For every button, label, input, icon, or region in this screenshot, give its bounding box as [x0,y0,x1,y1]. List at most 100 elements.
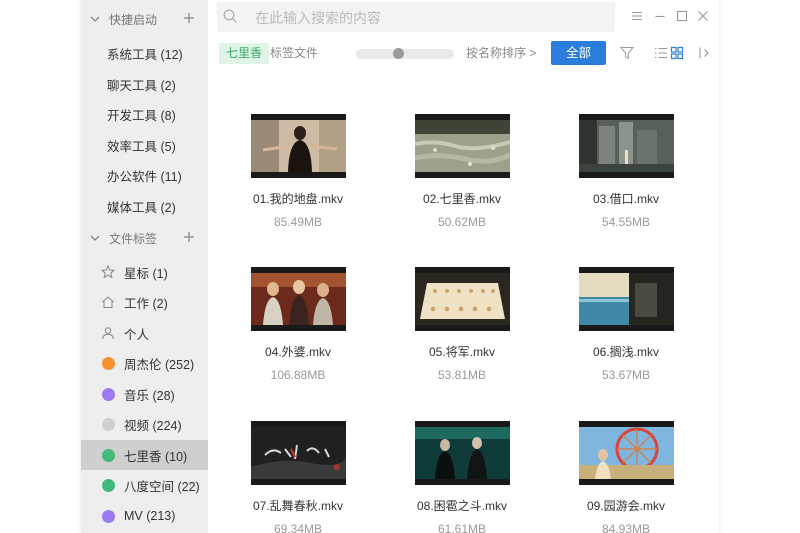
video-frame [251,120,346,172]
file-name: 03.借口.mkv [592,192,659,206]
file-card[interactable]: 04.外婆.mkv 106.88MB [233,233,363,382]
sidebar-item-chat-tools[interactable]: 聊天工具 (2) [81,69,208,99]
file-card[interactable]: 08.困雹之斗.mkv 61.61MB [397,387,527,533]
search-box[interactable] [217,2,615,32]
close-icon[interactable] [697,10,709,22]
menu-icon[interactable] [631,10,643,22]
file-size: 106.88MB [270,368,326,382]
sidebar-item-label: 周杰伦 (252) [124,357,195,372]
file-size: 61.61MB [437,522,487,533]
file-card[interactable]: 02.七里香.mkv 50.62MB [397,80,527,229]
sidebar-item-system-tools[interactable]: 系统工具 (12) [81,38,208,68]
tag-color-dot [102,510,115,523]
sidebar-tag-qilixiang[interactable]: 七里香 (10) [81,440,208,470]
sidebar-item-label: 星标 (1) [124,266,168,281]
sidebar-item-dev-tools[interactable]: 开发工具 (8) [81,99,208,129]
zoom-slider-thumb[interactable] [393,48,405,59]
video-thumbnail[interactable] [579,267,674,331]
all-filter-button[interactable]: 全部 [551,41,606,65]
star-icon [101,265,115,279]
collapse-panel-icon[interactable] [698,46,712,60]
sidebar: 快捷启动 系统工具 (12) 聊天工具 (2) 开发工具 (8) 效率工具 (5… [81,0,208,533]
app-window: 快捷启动 系统工具 (12) 聊天工具 (2) 开发工具 (8) 效率工具 (5… [81,0,719,533]
tag-color-dot [102,479,115,492]
file-card[interactable]: 01.我的地盘.mkv 85.49MB [233,80,363,229]
file-name: 06.搁浅.mkv [592,345,659,359]
quick-launch-title: 快捷启动 [109,12,158,27]
sidebar-tag-star[interactable]: 星标 (1) [81,257,208,287]
file-size: 84.93MB [601,522,651,533]
quick-launch-header[interactable]: 快捷启动 [81,5,208,33]
sidebar-item-label: 开发工具 (8) [107,108,176,123]
sidebar-item-label: 七里香 (10) [124,449,188,464]
zoom-slider[interactable] [356,48,454,59]
tag-color-dot [102,357,115,370]
video-thumbnail[interactable] [579,421,674,485]
file-card[interactable]: 06.搁浅.mkv 53.67MB [561,233,691,382]
search-icon [223,9,237,23]
sidebar-item-office-software[interactable]: 办公软件 (11) [81,160,208,190]
sidebar-item-media-tools[interactable]: 媒体工具 (2) [81,191,208,221]
sidebar-item-label: 八度空间 (22) [124,479,200,494]
video-thumbnail[interactable] [251,267,346,331]
active-tag-chip[interactable]: 七里香 [219,43,270,64]
sidebar-tag-music[interactable]: 音乐 (28) [81,379,208,409]
sidebar-tag-video[interactable]: 视频 (224) [81,409,208,439]
sidebar-tag-work[interactable]: 工作 (2) [81,287,208,317]
add-icon[interactable] [183,12,195,24]
add-icon[interactable] [183,231,195,243]
sidebar-item-label: 视频 (224) [124,418,182,433]
file-tags-title: 文件标签 [109,231,158,246]
file-size: 50.62MB [437,215,487,229]
file-name: 01.我的地盘.mkv [252,192,343,206]
sidebar-item-label: 工作 (2) [124,296,168,311]
sidebar-tag-jay-chou[interactable]: 周杰伦 (252) [81,348,208,378]
list-view-icon[interactable] [654,46,668,60]
top-bar [208,0,719,36]
tag-files-label: 标签文件 [270,46,319,60]
video-thumbnail[interactable] [415,421,510,485]
sidebar-tag-mv[interactable]: MV (213) [81,501,208,531]
video-frame [415,273,510,325]
chevron-down-icon[interactable] [89,13,101,25]
sort-by-name-button[interactable]: 按名称排序 > [466,43,536,64]
file-size: 53.67MB [601,368,651,382]
minimize-icon[interactable] [654,10,666,22]
file-card[interactable]: 03.借口.mkv 54.55MB [561,80,691,229]
sidebar-tag-badu-kongjian[interactable]: 八度空间 (22) [81,470,208,500]
video-thumbnail[interactable] [251,114,346,178]
video-frame [579,427,674,479]
maximize-icon[interactable] [676,10,688,22]
home-icon [102,296,114,308]
sidebar-item-label: 媒体工具 (2) [107,200,176,215]
toolbar: 七里香 标签文件 按名称排序 > 全部 [208,40,719,68]
sidebar-tag-personal[interactable]: 个人 [81,318,208,348]
file-card[interactable]: 07.乱舞春秋.mkv 69.34MB [233,387,363,533]
file-size: 69.34MB [273,522,323,533]
video-frame [251,427,346,479]
file-name: 09.园游会.mkv [586,499,665,513]
file-name: 02.七里香.mkv [422,192,501,206]
grid-view-icon[interactable] [670,46,684,60]
video-thumbnail[interactable] [579,114,674,178]
file-size: 85.49MB [273,215,323,229]
video-thumbnail[interactable] [251,421,346,485]
file-grid: 01.我的地盘.mkv 85.49MB 02.七里香.mkv 50.62MB 0… [208,80,719,533]
chevron-down-icon[interactable] [89,232,101,244]
file-size: 54.55MB [601,215,651,229]
tag-color-dot [102,449,115,462]
sidebar-item-label: MV (213) [124,509,176,523]
sidebar-item-label: 音乐 (28) [124,388,175,403]
filter-icon[interactable] [620,46,634,60]
file-card[interactable]: 05.将军.mkv 53.81MB [397,233,527,382]
person-icon [102,327,114,340]
file-tags-header[interactable]: 文件标签 [81,224,208,252]
search-input[interactable] [253,7,597,29]
sidebar-item-label: 聊天工具 (2) [107,78,176,93]
video-thumbnail[interactable] [415,267,510,331]
sidebar-item-efficiency-tools[interactable]: 效率工具 (5) [81,130,208,160]
file-card[interactable]: 09.园游会.mkv 84.93MB [561,387,691,533]
video-thumbnail[interactable] [415,114,510,178]
tag-color-dot [102,388,115,401]
file-name: 08.困雹之斗.mkv [416,499,507,513]
